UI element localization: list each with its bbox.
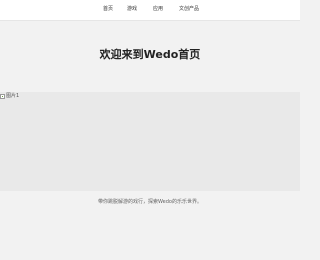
top-navbar: 首页 游戏 应用 文创产品 [0,0,300,21]
tagline-text: 带你跳脱解游的戏行，探索Wedo的乐乐世界。 [98,199,202,205]
nav-link-creative-products[interactable]: 文创产品 [179,6,199,13]
nav-link-games[interactable]: 游戏 [127,6,137,13]
broken-image-icon [0,93,5,99]
nav-link-apps[interactable]: 应用 [153,6,163,13]
nav-link-home[interactable]: 首页 [103,6,113,13]
image-alt-text: 图片1 [6,93,20,99]
banner-image: 图片1 [0,92,300,191]
page-title: 欢迎来到Wedo首页 [99,48,201,61]
broken-image-placeholder: 图片1 [0,93,19,99]
